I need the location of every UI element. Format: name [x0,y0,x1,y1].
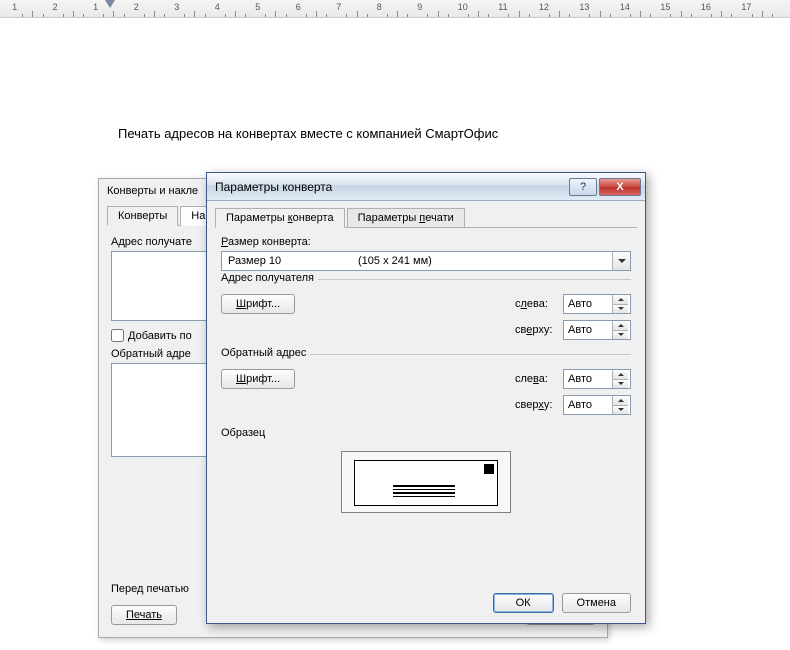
tab-print-options[interactable]: Параметры печати [347,208,465,228]
envelope-icon [354,460,498,506]
spinner-down-icon[interactable] [613,331,628,340]
tab-envelopes[interactable]: Конверты [107,206,178,226]
return-left-spinner[interactable] [563,369,631,389]
envelope-size-label: Размер конверта: [221,236,631,248]
spinner-up-icon[interactable] [613,396,628,406]
cancel-button[interactable]: Отмена [562,593,631,613]
tab-envelope-options[interactable]: Параметры конверта [215,208,345,228]
spinner-down-icon[interactable] [613,380,628,389]
recipient-left-input[interactable] [564,295,612,313]
ruler-indent-marker[interactable] [105,0,115,8]
return-top-spinner[interactable] [563,395,631,415]
recipient-top-spinner[interactable] [563,320,631,340]
envelope-preview [341,451,511,513]
preview-label: Образец [221,427,631,439]
close-button[interactable]: X [599,178,641,196]
ok-button[interactable]: ОК [493,593,554,613]
return-left-input[interactable] [564,370,612,388]
recipient-left-spinner[interactable] [563,294,631,314]
stamp-icon [484,464,494,474]
dialog-title-text: Параметры конверта [215,180,332,194]
top-offset-label: сверху: [515,324,563,336]
document-heading: Печать адресов на конвертах вместе с ком… [118,126,498,141]
print-button[interactable]: Печать [111,605,177,625]
return-font-button[interactable]: Шрифт... [221,369,295,389]
left-offset-label: слева: [515,298,563,310]
chevron-down-icon[interactable] [612,252,630,270]
spinner-down-icon[interactable] [613,305,628,314]
return-group-title: Обратный адрес [221,347,310,359]
spinner-down-icon[interactable] [613,406,628,415]
add-postage-label: Добавить по [128,330,192,342]
spinner-up-icon[interactable] [613,321,628,331]
document-area: Печать адресов на конвертах вместе с ком… [0,28,790,650]
envelope-options-dialog: Параметры конверта ? X Параметры конверт… [206,172,646,624]
recipient-group-title: Адрес получателя [221,272,318,284]
add-postage-checkbox[interactable] [111,329,124,342]
dialog-titlebar[interactable]: Параметры конверта ? X [207,173,645,201]
help-button[interactable]: ? [569,178,597,196]
envelope-size-dropdown[interactable]: Размер 10 (105 x 241 мм) [221,251,631,271]
dialog-tabs: Параметры конверта Параметры печати [215,207,637,228]
left-offset-label: слева: [515,373,563,385]
recipient-top-input[interactable] [564,321,612,339]
return-top-input[interactable] [564,396,612,414]
recipient-font-button[interactable]: Шрифт... [221,294,295,314]
horizontal-ruler: 121234567891011121314151617 [0,0,790,18]
top-offset-label: сверху: [515,399,563,411]
spinner-up-icon[interactable] [613,295,628,305]
spinner-up-icon[interactable] [613,370,628,380]
